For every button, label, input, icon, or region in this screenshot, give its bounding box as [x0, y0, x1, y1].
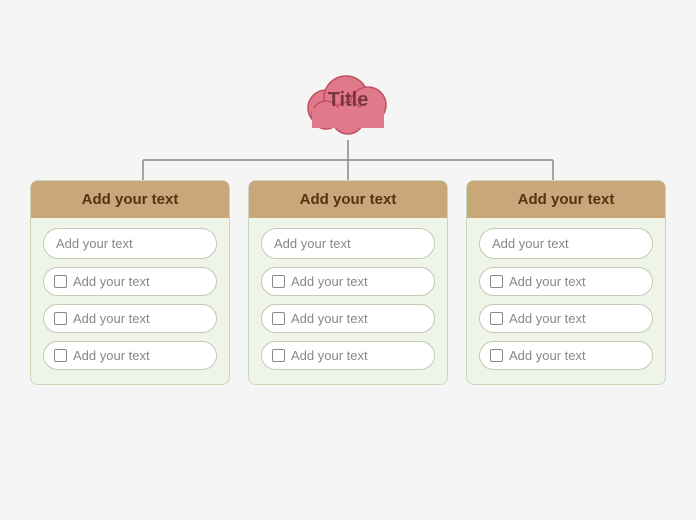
- column-3-checkbox-2-label: Add your text: [509, 311, 586, 326]
- column-1-checkbox-2-label: Add your text: [73, 311, 150, 326]
- column-3-checkbox-3[interactable]: Add your text: [479, 341, 653, 370]
- column-2-checkbox-2-label: Add your text: [291, 311, 368, 326]
- column-2-checkbox-1[interactable]: Add your text: [261, 267, 435, 296]
- checkbox-icon[interactable]: [54, 275, 67, 288]
- column-3-header: Add your text: [467, 181, 665, 218]
- checkbox-icon[interactable]: [272, 312, 285, 325]
- column-2-header: Add your text: [249, 181, 447, 218]
- column-3-checkbox-1-label: Add your text: [509, 274, 586, 289]
- column-1-checkbox-2[interactable]: Add your text: [43, 304, 217, 333]
- column-1-checkbox-3-label: Add your text: [73, 348, 150, 363]
- column-2-body: Add your text Add your text Add your tex…: [249, 218, 447, 370]
- column-3: Add your text Add your text Add your tex…: [466, 180, 666, 385]
- column-3-checkbox-3-label: Add your text: [509, 348, 586, 363]
- connector-lines: [0, 140, 696, 180]
- column-1-header: Add your text: [31, 181, 229, 218]
- checkbox-icon[interactable]: [490, 275, 503, 288]
- column-2: Add your text Add your text Add your tex…: [248, 180, 448, 385]
- title-node: Title: [288, 60, 408, 140]
- column-3-body: Add your text Add your text Add your tex…: [467, 218, 665, 370]
- columns-container: Add your text Add your text Add your tex…: [0, 180, 696, 385]
- column-2-checkbox-2[interactable]: Add your text: [261, 304, 435, 333]
- column-1-checkbox-1[interactable]: Add your text: [43, 267, 217, 296]
- column-1-checkbox-1-label: Add your text: [73, 274, 150, 289]
- column-2-checkbox-3[interactable]: Add your text: [261, 341, 435, 370]
- checkbox-icon[interactable]: [490, 312, 503, 325]
- column-3-checkbox-2[interactable]: Add your text: [479, 304, 653, 333]
- column-1-checkbox-3[interactable]: Add your text: [43, 341, 217, 370]
- column-2-checkbox-3-label: Add your text: [291, 348, 368, 363]
- column-1-text-item[interactable]: Add your text: [43, 228, 217, 259]
- checkbox-icon[interactable]: [272, 349, 285, 362]
- checkbox-icon[interactable]: [490, 349, 503, 362]
- column-3-checkbox-1[interactable]: Add your text: [479, 267, 653, 296]
- column-1-body: Add your text Add your text Add your tex…: [31, 218, 229, 370]
- column-2-text-item[interactable]: Add your text: [261, 228, 435, 259]
- diagram: Title Add your text Add your text Add y: [0, 0, 696, 520]
- column-1: Add your text Add your text Add your tex…: [30, 180, 230, 385]
- checkbox-icon[interactable]: [54, 312, 67, 325]
- column-3-text-item[interactable]: Add your text: [479, 228, 653, 259]
- cloud-title: Title: [328, 89, 369, 112]
- lines-svg: [0, 140, 696, 180]
- column-2-checkbox-1-label: Add your text: [291, 274, 368, 289]
- checkbox-icon[interactable]: [272, 275, 285, 288]
- checkbox-icon[interactable]: [54, 349, 67, 362]
